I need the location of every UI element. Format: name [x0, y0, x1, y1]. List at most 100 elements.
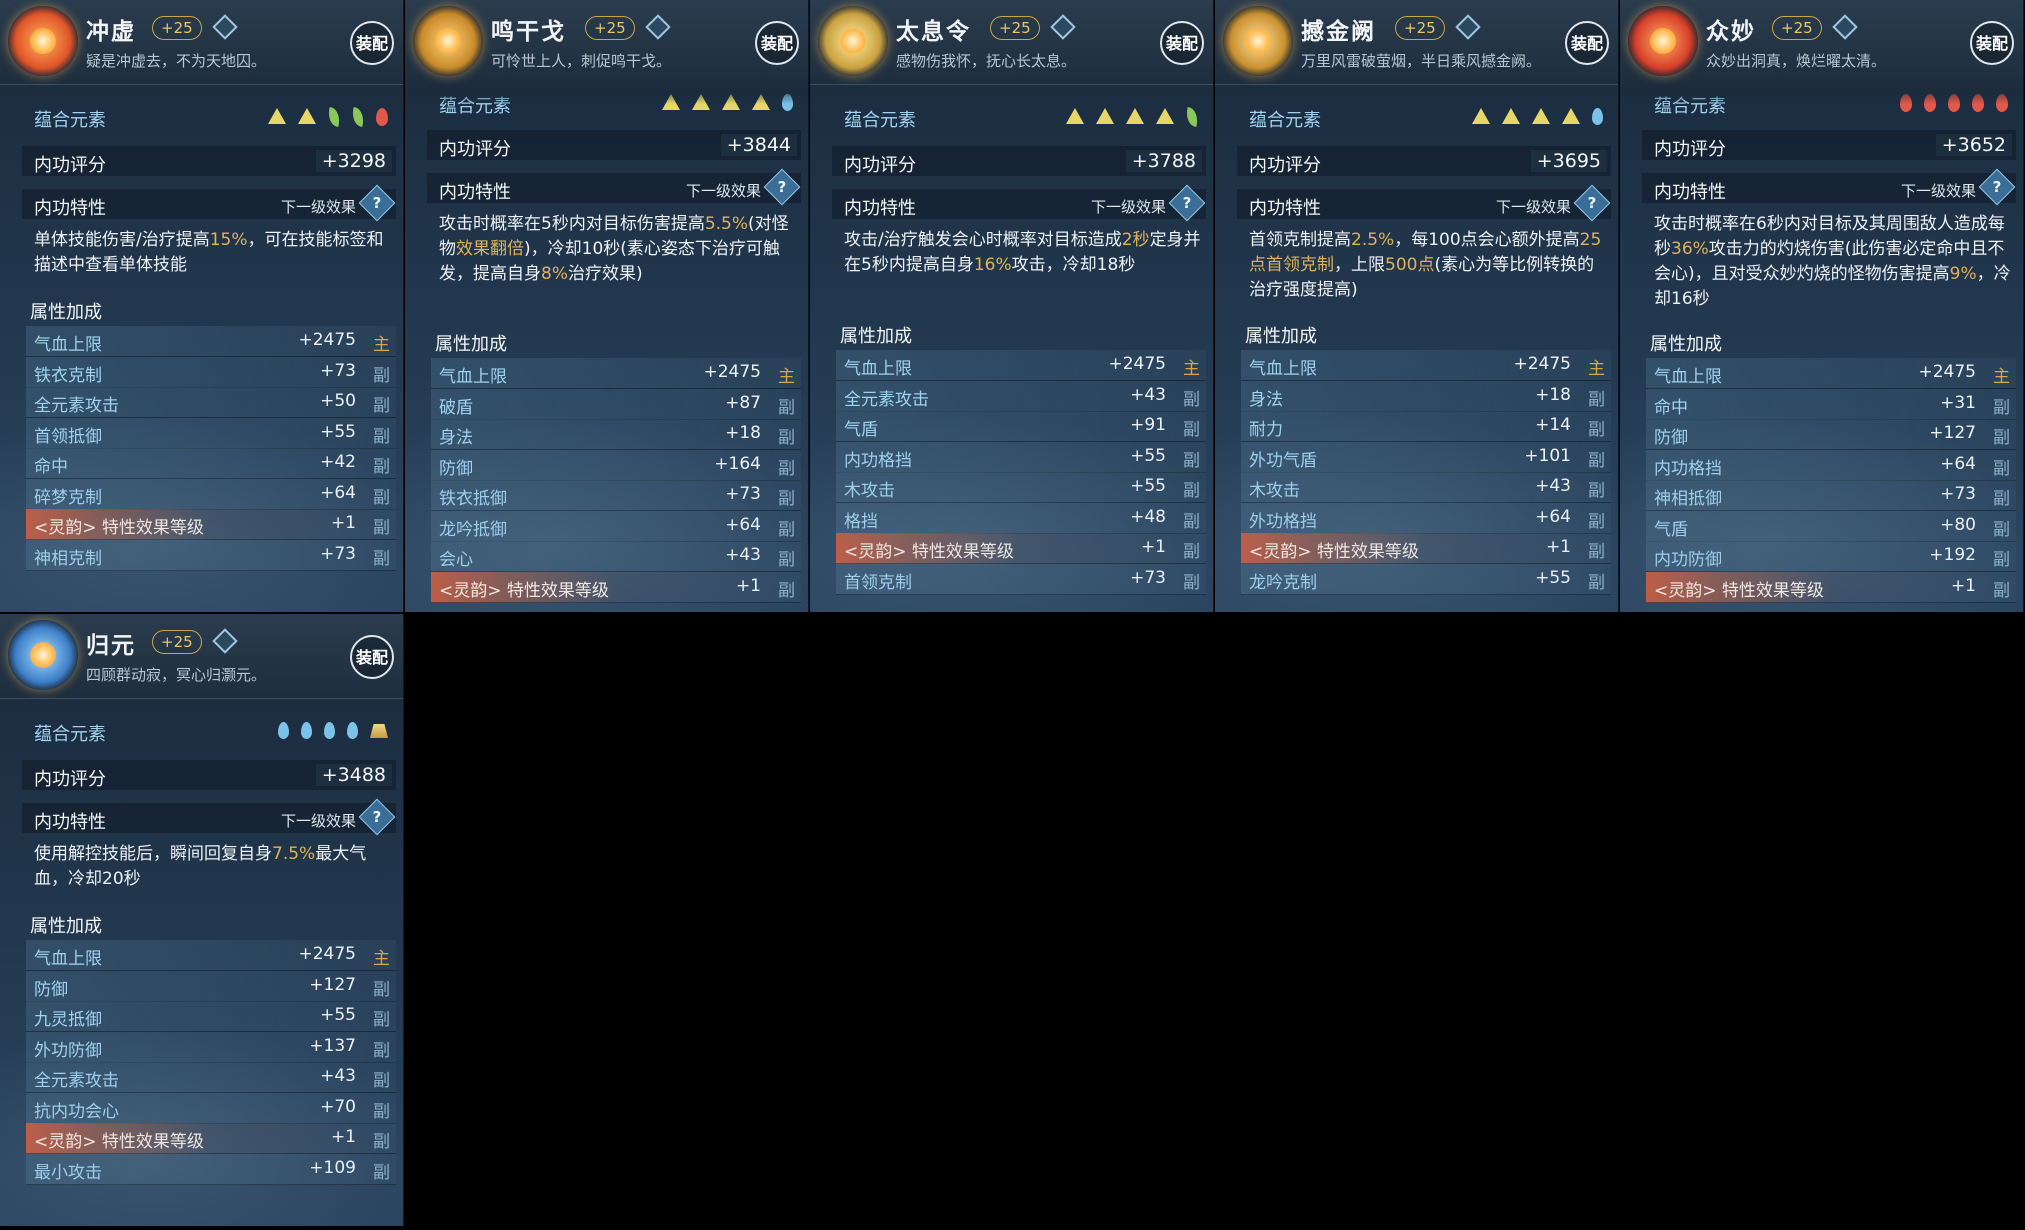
stat-row: 破盾 +87 副	[431, 388, 801, 420]
gem-icon	[1832, 14, 1858, 40]
scroll-fade	[405, 84, 808, 104]
element-tri-icon	[1096, 108, 1114, 124]
stat-row: 身法 +18 副	[431, 419, 801, 450]
stat-value: +1	[735, 575, 761, 596]
skill-name: 鸣干戈	[491, 19, 566, 45]
stat-name: <灵韵> 特性效果等级	[34, 518, 204, 538]
stat-value: +64	[725, 514, 761, 535]
level-badge: +25	[152, 16, 202, 40]
help-icon[interactable]: ?	[1168, 184, 1206, 222]
description-text: 治疗效果)	[567, 264, 643, 284]
stat-row: 龙吟克制 +55 副	[1241, 563, 1611, 595]
stat-row: 会心 +43 副	[431, 541, 801, 572]
stat-value: +18	[1535, 384, 1571, 405]
stat-row: 气血上限 +2475 主	[1646, 358, 2016, 389]
skill-name: 众妙	[1706, 19, 1756, 45]
next-level-link[interactable]: 下一级效果	[1496, 196, 1571, 217]
stat-row: 首领抵御 +55 副	[26, 417, 396, 449]
element-icons	[1066, 107, 1200, 127]
stat-name: 木攻击	[844, 481, 895, 501]
stat-slot-tag: 副	[373, 1162, 390, 1183]
stat-value: +73	[725, 484, 761, 504]
gem-icon	[1050, 14, 1076, 40]
stat-slot-tag: 副	[373, 365, 390, 386]
stat-slot-tag: 副	[373, 548, 390, 569]
stat-slot-tag: 主	[1588, 359, 1605, 379]
stat-name: 龙吟抵御	[439, 519, 507, 540]
stat-name: 外功气盾	[1249, 450, 1317, 471]
stat-slot-tag: 副	[1183, 511, 1200, 532]
attribute-heading: 属性加成	[1650, 334, 1722, 355]
description-text: ，上限	[1334, 255, 1385, 275]
stat-name: 碎梦克制	[34, 487, 102, 508]
help-icon[interactable]: ?	[358, 798, 396, 836]
element-label: 蕴合元素	[844, 110, 916, 131]
stat-value: +18	[725, 423, 761, 443]
equip-button[interactable]: 装配	[1160, 21, 1204, 65]
next-level-link[interactable]: 下一级效果	[686, 180, 761, 201]
help-glyph: ?	[777, 178, 787, 196]
next-level-link[interactable]: 下一级效果	[281, 810, 356, 831]
score-row: 内功评分 +3298	[22, 146, 396, 176]
element-tri-icon	[268, 108, 286, 124]
stat-row: 防御 +127 副	[1646, 419, 2016, 450]
help-glyph: ?	[372, 808, 382, 826]
stat-name: 破盾	[439, 397, 473, 418]
element-leaf-icon	[326, 107, 342, 127]
highlight-value: 7.5%	[272, 844, 316, 864]
score-row: 内功评分 +3788	[832, 146, 1206, 176]
score-label: 内功评分	[844, 155, 916, 176]
stat-row: 全元素攻击 +43 副	[836, 380, 1206, 412]
trait-label: 内功特性	[1654, 182, 1726, 203]
stat-slot-tag: 副	[373, 487, 390, 508]
stat-row: 内功防御 +192 副	[1646, 541, 2016, 572]
skill-tagline: 万里风雷破萤烟，半日乘风撼金阙。	[1301, 52, 1542, 70]
equip-button[interactable]: 装配	[755, 21, 799, 65]
stat-slot-tag: 副	[373, 1010, 390, 1030]
equip-button[interactable]: 装配	[350, 635, 394, 679]
stat-slot-tag: 副	[373, 1040, 390, 1061]
trait-label: 内功特性	[34, 812, 106, 833]
description-text: 攻击时概率在5秒内对目标伤害提高	[439, 214, 705, 234]
help-icon[interactable]: ?	[1573, 184, 1611, 222]
element-tri-icon	[1156, 108, 1174, 124]
next-level-link[interactable]: 下一级效果	[1901, 180, 1976, 201]
score-row: 内功评分 +3844	[427, 130, 801, 160]
stat-value: +87	[725, 392, 761, 413]
attribute-heading: 属性加成	[840, 326, 912, 347]
stat-row: 神相克制 +73 副	[26, 539, 396, 571]
stat-row: 最小攻击 +109 副	[26, 1153, 396, 1185]
stat-name: 命中	[1654, 397, 1688, 418]
inner-skill-card: 撼金阙 +25 万里风雷破萤烟，半日乘风撼金阙。 装配 蕴合元素 内功评分 +3695 内功特…	[1215, 0, 1619, 612]
stat-name: 外功防御	[34, 1040, 102, 1061]
stat-slot-tag: 副	[373, 396, 390, 416]
stat-name: 气血上限	[439, 367, 507, 387]
stat-name: 防御	[34, 979, 68, 1000]
stat-row: 外功气盾 +101 副	[1241, 441, 1611, 473]
element-row: 蕴合元素	[22, 102, 396, 132]
stat-value: +73	[1130, 567, 1166, 588]
stat-row: 气血上限 +2475 主	[1241, 350, 1611, 381]
element-drop-icon	[1592, 108, 1603, 125]
element-tri-icon	[1532, 108, 1550, 124]
equip-button[interactable]: 装配	[350, 21, 394, 65]
highlight-value: 36%	[1671, 239, 1709, 259]
stat-value: +31	[1940, 392, 1976, 413]
stat-slot-tag: 副	[373, 1132, 390, 1152]
next-level-link[interactable]: 下一级效果	[281, 196, 356, 217]
element-tri-icon	[1066, 108, 1084, 124]
next-level-link[interactable]: 下一级效果	[1091, 196, 1166, 217]
stat-row: 九灵抵御 +55 副	[26, 1001, 396, 1032]
stat-slot-tag: 主	[1183, 359, 1200, 379]
stat-slot-tag: 主	[778, 367, 795, 387]
stat-slot-tag: 副	[373, 518, 390, 538]
stat-slot-tag: 副	[778, 580, 795, 601]
help-icon[interactable]: ?	[358, 184, 396, 222]
equip-button[interactable]: 装配	[1565, 21, 1609, 65]
help-icon[interactable]: ?	[763, 168, 801, 206]
highlight-value: 15%	[209, 230, 248, 250]
help-icon[interactable]: ?	[1978, 168, 2016, 206]
equip-button[interactable]: 装配	[1970, 21, 2014, 65]
gem-icon	[1455, 14, 1481, 40]
stat-name: 抗内功会心	[34, 1101, 119, 1122]
